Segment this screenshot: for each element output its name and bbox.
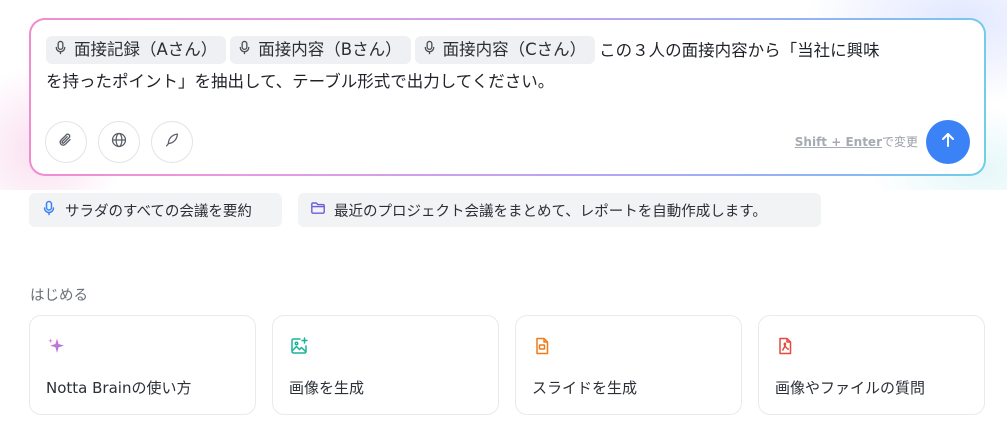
sparkle-icon <box>46 336 66 356</box>
microphone-icon <box>53 36 68 64</box>
arrow-up-icon <box>938 130 958 154</box>
chip-label: 面接記録（Aさん） <box>74 40 218 59</box>
card-ask-files[interactable]: 画像やファイルの質問 <box>758 315 985 415</box>
card-how-to-use[interactable]: Notta Brainの使い方 <box>29 315 256 415</box>
microphone-icon <box>41 200 57 220</box>
send-button[interactable] <box>926 120 970 164</box>
card-label: スライドを生成 <box>532 379 638 397</box>
notta-brain-home: 面接記録（Aさん） 面接内容（Bさん） 面接内容（Cさん） この３人の面接内容か… <box>0 0 1007 448</box>
image-add-icon <box>289 336 309 356</box>
shortcut-hint: Shift + Enterで変更 <box>795 133 918 150</box>
start-section-title: はじめる <box>30 288 88 304</box>
prompt-composer[interactable]: 面接記録（Aさん） 面接内容（Bさん） 面接内容（Cさん） この３人の面接内容か… <box>31 20 984 174</box>
prompt-input[interactable]: 面接記録（Aさん） 面接内容（Bさん） 面接内容（Cさん） この３人の面接内容か… <box>46 35 968 97</box>
web-search-button[interactable] <box>98 121 140 163</box>
feather-icon <box>163 131 181 153</box>
microphone-icon <box>422 36 437 64</box>
microphone-icon <box>237 36 252 64</box>
prompt-text-line2: を持ったポイント」を抽出して、テーブル形式で出力してください。 <box>46 72 555 91</box>
shortcut-hint-suffix: で変更 <box>881 135 918 149</box>
prompt-text-line1: この３人の面接内容から「当社に興味 <box>599 41 880 60</box>
suggestion-label: 最近のプロジェクト会議をまとめて、レポートを自動作成します。 <box>334 203 767 220</box>
chip-label: 面接内容（Bさん） <box>258 40 402 59</box>
folder-icon <box>310 200 326 220</box>
card-label: Notta Brainの使い方 <box>46 379 192 397</box>
writing-style-button[interactable] <box>151 121 193 163</box>
card-label: 画像やファイルの質問 <box>775 379 926 397</box>
card-generate-image[interactable]: 画像を生成 <box>272 315 499 415</box>
shortcut-key: Shift + Enter <box>794 135 882 149</box>
composer-frame: 面接記録（Aさん） 面接内容（Bさん） 面接内容（Cさん） この３人の面接内容か… <box>29 18 986 176</box>
card-generate-slides[interactable]: スライドを生成 <box>515 315 742 415</box>
paperclip-icon <box>57 131 75 153</box>
suggestion-summarize-meetings[interactable]: サラダのすべての会議を要約 <box>29 193 282 227</box>
globe-icon <box>110 131 128 153</box>
attachment-chip-c[interactable]: 面接内容（Cさん） <box>414 36 596 64</box>
slide-doc-icon <box>532 336 552 356</box>
suggestion-project-report[interactable]: 最近のプロジェクト会議をまとめて、レポートを自動作成します。 <box>298 193 821 227</box>
attach-file-button[interactable] <box>45 121 87 163</box>
attachment-chip-b[interactable]: 面接内容（Bさん） <box>230 36 411 64</box>
pdf-file-icon <box>775 336 795 356</box>
chip-label: 面接内容（Cさん） <box>442 40 587 59</box>
suggestion-label: サラダのすべての会議を要約 <box>65 203 252 220</box>
card-label: 画像を生成 <box>289 379 365 397</box>
attachment-chip-a[interactable]: 面接記録（Aさん） <box>46 36 227 64</box>
